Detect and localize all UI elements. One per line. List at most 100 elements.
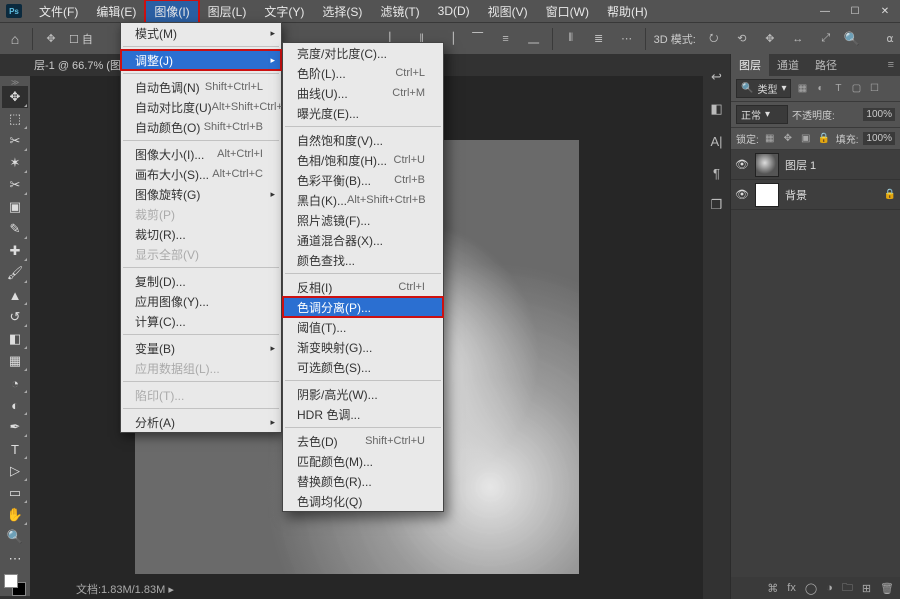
align-top-icon[interactable]: ⎺ <box>468 29 488 49</box>
lasso-tool[interactable]: ✂ <box>2 130 28 152</box>
mi-apply-image[interactable]: 应用图像(Y)... <box>121 291 281 311</box>
3d-roll-icon[interactable]: ⟲ <box>732 29 752 49</box>
search-icon[interactable]: 🔍 <box>844 31 872 47</box>
filter-smart-icon[interactable]: ☐ <box>867 82 881 96</box>
layer-fx-icon[interactable]: fx <box>787 582 796 594</box>
3d-zoom-icon[interactable]: ⤢ <box>816 29 836 49</box>
dodge-tool[interactable]: ◐ <box>2 394 28 416</box>
distribute-v-icon[interactable]: ≣ <box>589 29 609 49</box>
pen-tool[interactable]: ✒ <box>2 416 28 438</box>
mi-replace-color[interactable]: 替换颜色(R)... <box>283 471 443 491</box>
align-middle-icon[interactable]: ≡ <box>496 29 516 49</box>
menu-text[interactable]: 文字(Y) <box>255 0 313 23</box>
filter-kind-select[interactable]: 🔍 类型 ▾ <box>736 79 791 98</box>
menu-window[interactable]: 窗口(W) <box>537 0 598 23</box>
menu-edit[interactable]: 编辑(E) <box>87 0 145 23</box>
adjustment-layer-icon[interactable]: ◑ <box>826 582 833 594</box>
menu-image[interactable]: 图像(I) <box>145 0 198 23</box>
foreground-color-swatch[interactable] <box>4 574 18 588</box>
lock-pixels-icon[interactable]: ▦ <box>763 132 777 146</box>
home-icon[interactable]: ⌂ <box>6 30 24 48</box>
mi-canvas-size[interactable]: 画布大小(S)...Alt+Ctrl+C <box>121 164 281 184</box>
tab-channels[interactable]: 通道 <box>769 54 807 76</box>
mi-photo-filter[interactable]: 照片滤镜(F)... <box>283 210 443 230</box>
layer-row[interactable]: 👁 图层 1 <box>731 150 900 180</box>
properties-panel-icon[interactable]: ◧ <box>708 100 726 118</box>
mi-mode[interactable]: 模式(M) <box>121 23 281 43</box>
mi-auto-tone[interactable]: 自动色调(N)Shift+Ctrl+L <box>121 77 281 97</box>
color-swatches[interactable] <box>4 574 26 596</box>
mi-trim[interactable]: 裁切(R)... <box>121 224 281 244</box>
path-select-tool[interactable]: ▷ <box>2 460 28 482</box>
mi-selective-color[interactable]: 可选颜色(S)... <box>283 357 443 377</box>
mi-shadows-highlights[interactable]: 阴影/高光(W)... <box>283 384 443 404</box>
shape-tool[interactable]: ▭ <box>2 482 28 504</box>
close-button[interactable]: ✕ <box>870 0 900 22</box>
mi-threshold[interactable]: 阈值(T)... <box>283 317 443 337</box>
mi-gradient-map[interactable]: 渐变映射(G)... <box>283 337 443 357</box>
mi-levels[interactable]: 色阶(L)...Ctrl+L <box>283 63 443 83</box>
history-panel-icon[interactable]: ↩ <box>708 68 726 86</box>
visibility-toggle[interactable]: 👁 <box>735 158 749 171</box>
mi-hdr-toning[interactable]: HDR 色调... <box>283 404 443 424</box>
mi-auto-contrast[interactable]: 自动对比度(U)Alt+Shift+Ctrl+L <box>121 97 281 117</box>
mi-auto-color[interactable]: 自动颜色(O)Shift+Ctrl+B <box>121 117 281 137</box>
tab-layers[interactable]: 图层 <box>731 54 769 76</box>
filter-type-icon[interactable]: T <box>831 82 845 96</box>
3d-orbit-icon[interactable]: ⭮ <box>704 29 724 49</box>
document-tab[interactable]: 层-1 @ 66.7% (图 <box>34 57 121 73</box>
character-panel-icon[interactable]: A| <box>708 132 726 150</box>
menu-view[interactable]: 视图(V) <box>479 0 537 23</box>
tab-paths[interactable]: 路径 <box>807 54 845 76</box>
mi-brightness-contrast[interactable]: 亮度/对比度(C)... <box>283 43 443 63</box>
mi-color-balance[interactable]: 色彩平衡(B)...Ctrl+B <box>283 170 443 190</box>
panel-menu-icon[interactable]: ≡ <box>882 59 900 71</box>
frame-tool[interactable]: ▣ <box>2 196 28 218</box>
mi-equalize[interactable]: 色调均化(Q) <box>283 491 443 511</box>
mi-posterize[interactable]: 色调分离(P)... <box>283 297 443 317</box>
maximize-button[interactable]: ☐ <box>840 0 870 22</box>
move-tool[interactable]: ✥ <box>2 86 28 108</box>
menu-layer[interactable]: 图层(L) <box>199 0 256 23</box>
layer-thumbnail[interactable] <box>755 183 779 207</box>
move-tool-icon[interactable]: ✥ <box>41 29 61 49</box>
layer-name[interactable]: 图层 1 <box>785 157 816 173</box>
filter-shape-icon[interactable]: ▢ <box>849 82 863 96</box>
mi-desaturate[interactable]: 去色(D)Shift+Ctrl+U <box>283 431 443 451</box>
mi-invert[interactable]: 反相(I)Ctrl+I <box>283 277 443 297</box>
lock-all-icon[interactable]: 🔒 <box>817 132 831 146</box>
mi-image-rotation[interactable]: 图像旋转(G) <box>121 184 281 204</box>
share-icon[interactable]: ⍺ <box>880 29 900 49</box>
eraser-tool[interactable]: ◧ <box>2 328 28 350</box>
libraries-panel-icon[interactable]: ❒ <box>708 196 726 214</box>
mi-adjustments[interactable]: 调整(J) <box>121 50 281 70</box>
3d-slide-icon[interactable]: ↔ <box>788 29 808 49</box>
auto-select-checkbox[interactable]: ☐ 自 <box>69 31 93 47</box>
link-layers-icon[interactable]: ⌘ <box>767 582 778 595</box>
mi-color-lookup[interactable]: 颜色查找... <box>283 250 443 270</box>
filter-adjust-icon[interactable]: ◐ <box>813 82 827 96</box>
lock-artboard-icon[interactable]: ▣ <box>799 132 813 146</box>
brush-tool[interactable]: 🖌 <box>2 262 28 284</box>
quick-select-tool[interactable]: ✶ <box>2 152 28 174</box>
layer-mask-icon[interactable]: ◯ <box>805 582 817 595</box>
menu-3d[interactable]: 3D(D) <box>429 1 479 21</box>
stamp-tool[interactable]: ▲ <box>2 284 28 306</box>
minimize-button[interactable]: — <box>810 0 840 22</box>
marquee-tool[interactable]: ⬚ <box>2 108 28 130</box>
visibility-toggle[interactable]: 👁 <box>735 188 749 201</box>
mi-black-white[interactable]: 黑白(K)...Alt+Shift+Ctrl+B <box>283 190 443 210</box>
group-icon[interactable]: 🗀 <box>842 579 853 598</box>
mi-vibrance[interactable]: 自然饱和度(V)... <box>283 130 443 150</box>
mi-variables[interactable]: 变量(B) <box>121 338 281 358</box>
history-brush-tool[interactable]: ↺ <box>2 306 28 328</box>
healing-tool[interactable]: ✚ <box>2 240 28 262</box>
3d-pan-icon[interactable]: ✥ <box>760 29 780 49</box>
menu-select[interactable]: 选择(S) <box>313 0 371 23</box>
mi-channel-mixer[interactable]: 通道混合器(X)... <box>283 230 443 250</box>
mi-calculations[interactable]: 计算(C)... <box>121 311 281 331</box>
mi-curves[interactable]: 曲线(U)...Ctrl+M <box>283 83 443 103</box>
lock-position-icon[interactable]: ✥ <box>781 132 795 146</box>
mi-analysis[interactable]: 分析(A) <box>121 412 281 432</box>
mi-duplicate[interactable]: 复制(D)... <box>121 271 281 291</box>
